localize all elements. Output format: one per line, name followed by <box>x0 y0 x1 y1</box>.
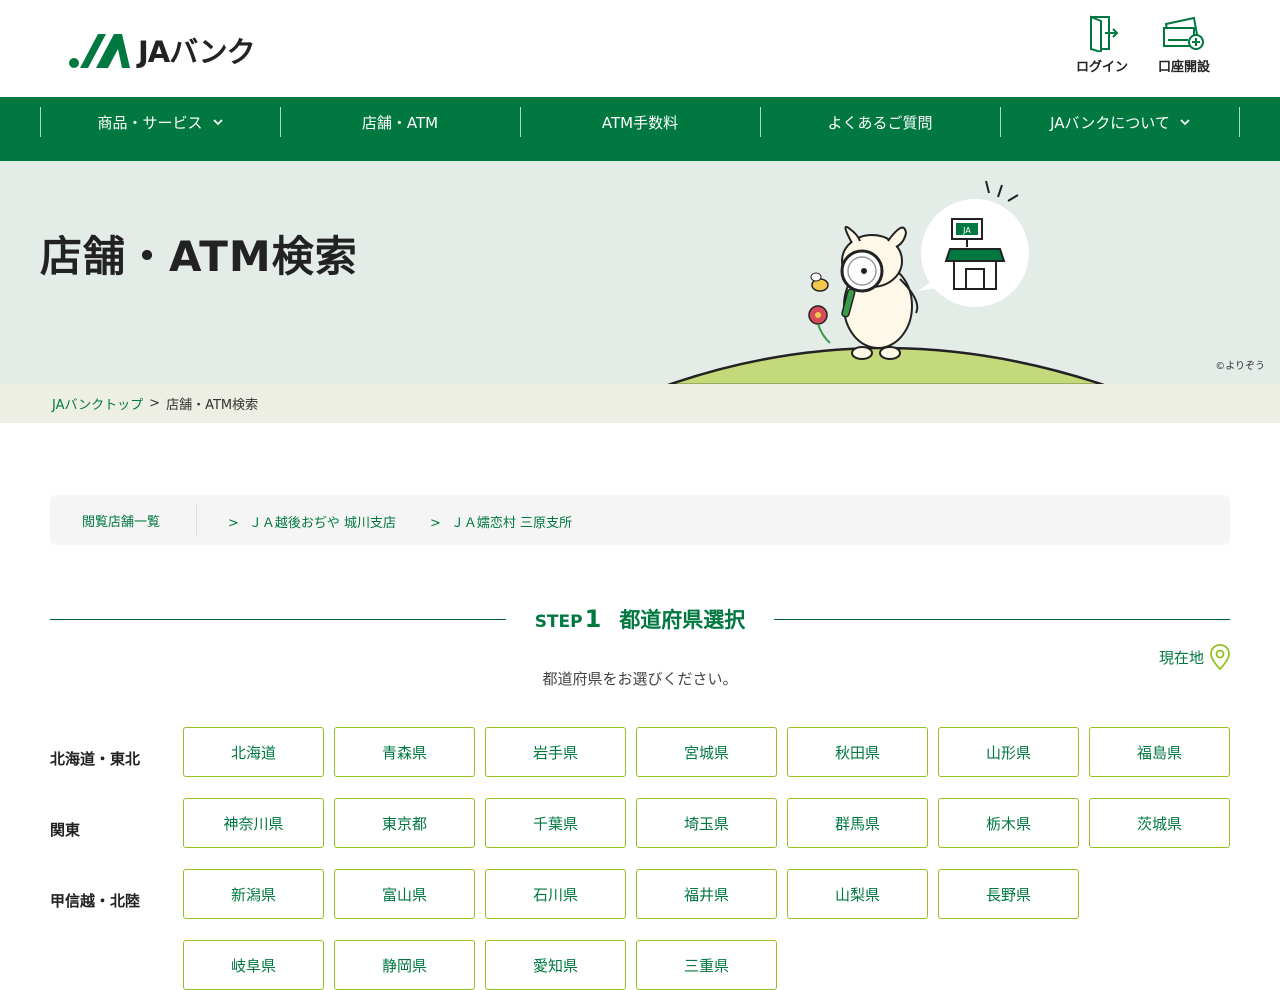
history-link-text: ＪＡ越後おぢや 城川支店 <box>248 516 397 531</box>
region-label-hokkaido-tohoku: 北海道・東北 <box>50 750 141 768</box>
prefecture-button[interactable]: 岐阜県 <box>183 940 324 990</box>
main-nav: 商品・サービス 店舗・ATM ATM手数料 よくあるご質問 JAバンクについて <box>0 97 1280 161</box>
prefecture-button[interactable]: 福島県 <box>1089 727 1230 777</box>
nav-separator <box>1239 107 1240 137</box>
open-account-label: 口座開設 <box>1157 60 1210 75</box>
prefecture-button[interactable]: 新潟県 <box>183 869 324 919</box>
chevron-down-icon <box>1180 119 1190 126</box>
login-button[interactable]: ログイン <box>1062 14 1142 78</box>
prefecture-button[interactable]: 山形県 <box>938 727 1079 777</box>
prefecture-button[interactable]: 三重県 <box>636 940 777 990</box>
prefecture-button[interactable]: 愛知県 <box>485 940 626 990</box>
site-header: JAバンク ログイン 口座開設 <box>0 0 1280 97</box>
nav-item-label: JAバンクについて <box>1050 113 1170 132</box>
history-link[interactable]: > ＪＡ嬬恋村 三原支所 <box>430 512 572 531</box>
nav-item-faq[interactable]: よくあるご質問 <box>760 107 1000 137</box>
login-label: ログイン <box>1075 60 1128 75</box>
prefecture-button[interactable]: 群馬県 <box>787 798 928 848</box>
step-heading-line-right <box>774 619 1230 620</box>
chevron-right-icon: > <box>228 516 239 531</box>
history-link[interactable]: > ＪＡ越後おぢや 城川支店 <box>228 512 396 531</box>
breadcrumb-separator: > <box>149 396 161 411</box>
prefecture-button[interactable]: 茨城県 <box>1089 798 1230 848</box>
step-heading-line-left <box>50 619 506 620</box>
mascot-illustration: JA <box>667 180 1105 384</box>
prefecture-button[interactable]: 北海道 <box>183 727 324 777</box>
history-divider <box>196 505 197 535</box>
hero-banner: 店舗・ATM検索 JA ©よりぞう <box>0 161 1280 384</box>
prefecture-button[interactable]: 栃木県 <box>938 798 1079 848</box>
chevron-down-icon <box>212 119 223 126</box>
prefecture-button[interactable]: 富山県 <box>334 869 475 919</box>
nav-item-atm-fees[interactable]: ATM手数料 <box>520 107 760 137</box>
shop-sign-text: JA <box>962 226 971 235</box>
ja-logo-mark-icon <box>69 34 130 68</box>
passbook-add-icon <box>1163 16 1204 50</box>
step-heading: STEP1 都道府県選択 <box>506 604 774 634</box>
prefecture-button[interactable]: 秋田県 <box>787 727 928 777</box>
viewed-branches-label: 閲覧店舗一覧 <box>82 515 161 530</box>
prefecture-button[interactable]: 岩手県 <box>485 727 626 777</box>
breadcrumb-home-link[interactable]: JAバンクトップ <box>52 394 143 413</box>
nav-item-label: 店舗・ATM <box>361 113 439 132</box>
instruction-text: 都道府県をお選びください。 <box>542 670 738 688</box>
prefecture-button[interactable]: 宮城県 <box>636 727 777 777</box>
history-link-text: ＪＡ嬬恋村 三原支所 <box>450 516 573 531</box>
step-number: 1 <box>584 605 602 633</box>
step-label: STEP <box>534 612 583 632</box>
nav-item-label: ATM手数料 <box>601 113 679 132</box>
map-pin-icon <box>1210 644 1230 670</box>
step-title: 都道府県選択 <box>619 608 746 632</box>
prefecture-button[interactable]: 福井県 <box>636 869 777 919</box>
prefecture-button[interactable]: 石川県 <box>485 869 626 919</box>
prefecture-button[interactable]: 神奈川県 <box>183 798 324 848</box>
breadcrumb-current: 店舗・ATM検索 <box>166 398 259 413</box>
breadcrumb: JAバンクトップ > 店舗・ATM検索 <box>0 384 1280 423</box>
nav-item-label: よくあるご質問 <box>827 113 933 132</box>
nav-item-branch-atm[interactable]: 店舗・ATM <box>280 107 520 137</box>
current-location-label: 現在地 <box>1158 648 1204 667</box>
nav-item-label: 商品・サービス <box>97 113 203 132</box>
page-title: 店舗・ATM検索 <box>40 232 358 281</box>
viewed-branches-bar: 閲覧店舗一覧 > ＪＡ越後おぢや 城川支店 > ＪＡ嬬恋村 三原支所 <box>50 495 1230 545</box>
nav-item-products[interactable]: 商品・サービス <box>40 107 280 137</box>
prefecture-button[interactable]: 東京都 <box>334 798 475 848</box>
prefecture-button[interactable]: 埼玉県 <box>636 798 777 848</box>
nav-item-about[interactable]: JAバンクについて <box>1000 107 1240 137</box>
logo-text: JAバンク <box>138 35 256 69</box>
prefecture-button[interactable]: 山梨県 <box>787 869 928 919</box>
prefecture-button[interactable]: 青森県 <box>334 727 475 777</box>
region-label-koshinetsu-hokuriku: 甲信越・北陸 <box>50 892 141 910</box>
ja-bank-logo[interactable]: JAバンク <box>68 30 256 70</box>
current-location-button[interactable]: 現在地 <box>1159 644 1230 670</box>
chevron-right-icon: > <box>430 516 441 531</box>
prefecture-button[interactable]: 長野県 <box>938 869 1079 919</box>
door-icon <box>1090 15 1119 52</box>
open-account-button[interactable]: 口座開設 <box>1144 14 1224 78</box>
prefecture-button[interactable]: 静岡県 <box>334 940 475 990</box>
prefecture-button[interactable]: 千葉県 <box>485 798 626 848</box>
region-label-kanto: 関東 <box>50 821 81 839</box>
copyright-text: ©よりぞう <box>1215 361 1265 372</box>
